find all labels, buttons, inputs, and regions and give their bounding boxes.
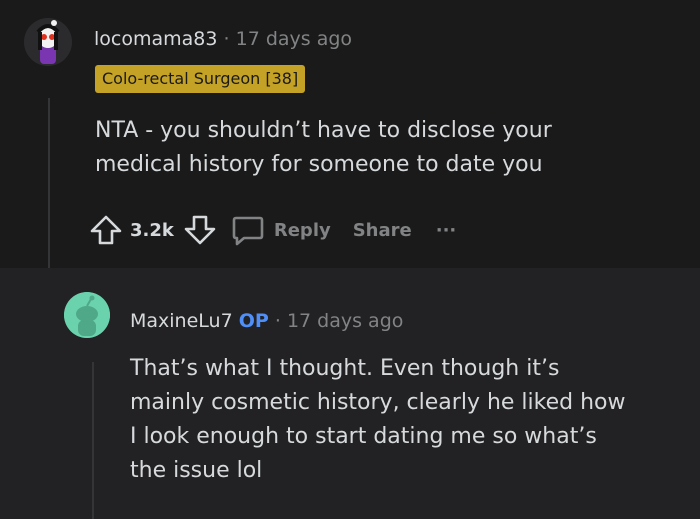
reply-body-line: the issue lol <box>130 458 263 483</box>
comment-body: NTA - you shouldn’t have to disclose you… <box>95 114 685 182</box>
reply-body-line: mainly cosmetic history, clearly he like… <box>130 390 626 415</box>
separator-dot: · <box>274 310 281 332</box>
reply-label: Reply <box>273 219 331 241</box>
user-flair: Colo-rectal Surgeon [38] <box>95 65 306 93</box>
reply-button[interactable]: Reply <box>230 212 331 248</box>
separator-dot: · <box>223 28 230 50</box>
thread-line[interactable] <box>48 98 50 268</box>
downvote-icon[interactable] <box>182 212 218 248</box>
vote-count: 3.2k <box>130 219 174 241</box>
comment-author[interactable]: locomama83 <box>94 28 217 50</box>
snoo-avatar-icon[interactable] <box>64 292 110 338</box>
reply-body-line: That’s what I thought. Even though it’s <box>130 356 560 381</box>
reply-header: MaxineLu7 OP · 17 days ago <box>130 310 403 332</box>
comment-body-line: medical history for someone to date you <box>95 152 543 177</box>
comment-bubble-icon <box>230 212 266 248</box>
comment-body-line: NTA - you shouldn’t have to disclose you… <box>95 118 552 143</box>
comment-time[interactable]: 17 days ago <box>236 28 352 50</box>
share-button[interactable]: Share <box>353 220 412 241</box>
more-options-button[interactable]: ··· <box>436 220 457 241</box>
reply-thread-line[interactable] <box>92 362 94 519</box>
comment-header: locomama83 · 17 days ago <box>94 28 352 50</box>
reply-author[interactable]: MaxineLu7 <box>130 310 233 332</box>
reply-body-line: I look enough to start dating me so what… <box>130 424 597 449</box>
user-avatar-icon[interactable] <box>24 18 72 66</box>
reply-body: That’s what I thought. Even though it’s … <box>130 352 680 488</box>
op-badge: OP <box>238 310 269 332</box>
reply-time[interactable]: 17 days ago <box>287 310 403 332</box>
upvote-icon[interactable] <box>88 212 124 248</box>
comment-actions: 3.2k Reply Share ··· <box>88 208 456 252</box>
